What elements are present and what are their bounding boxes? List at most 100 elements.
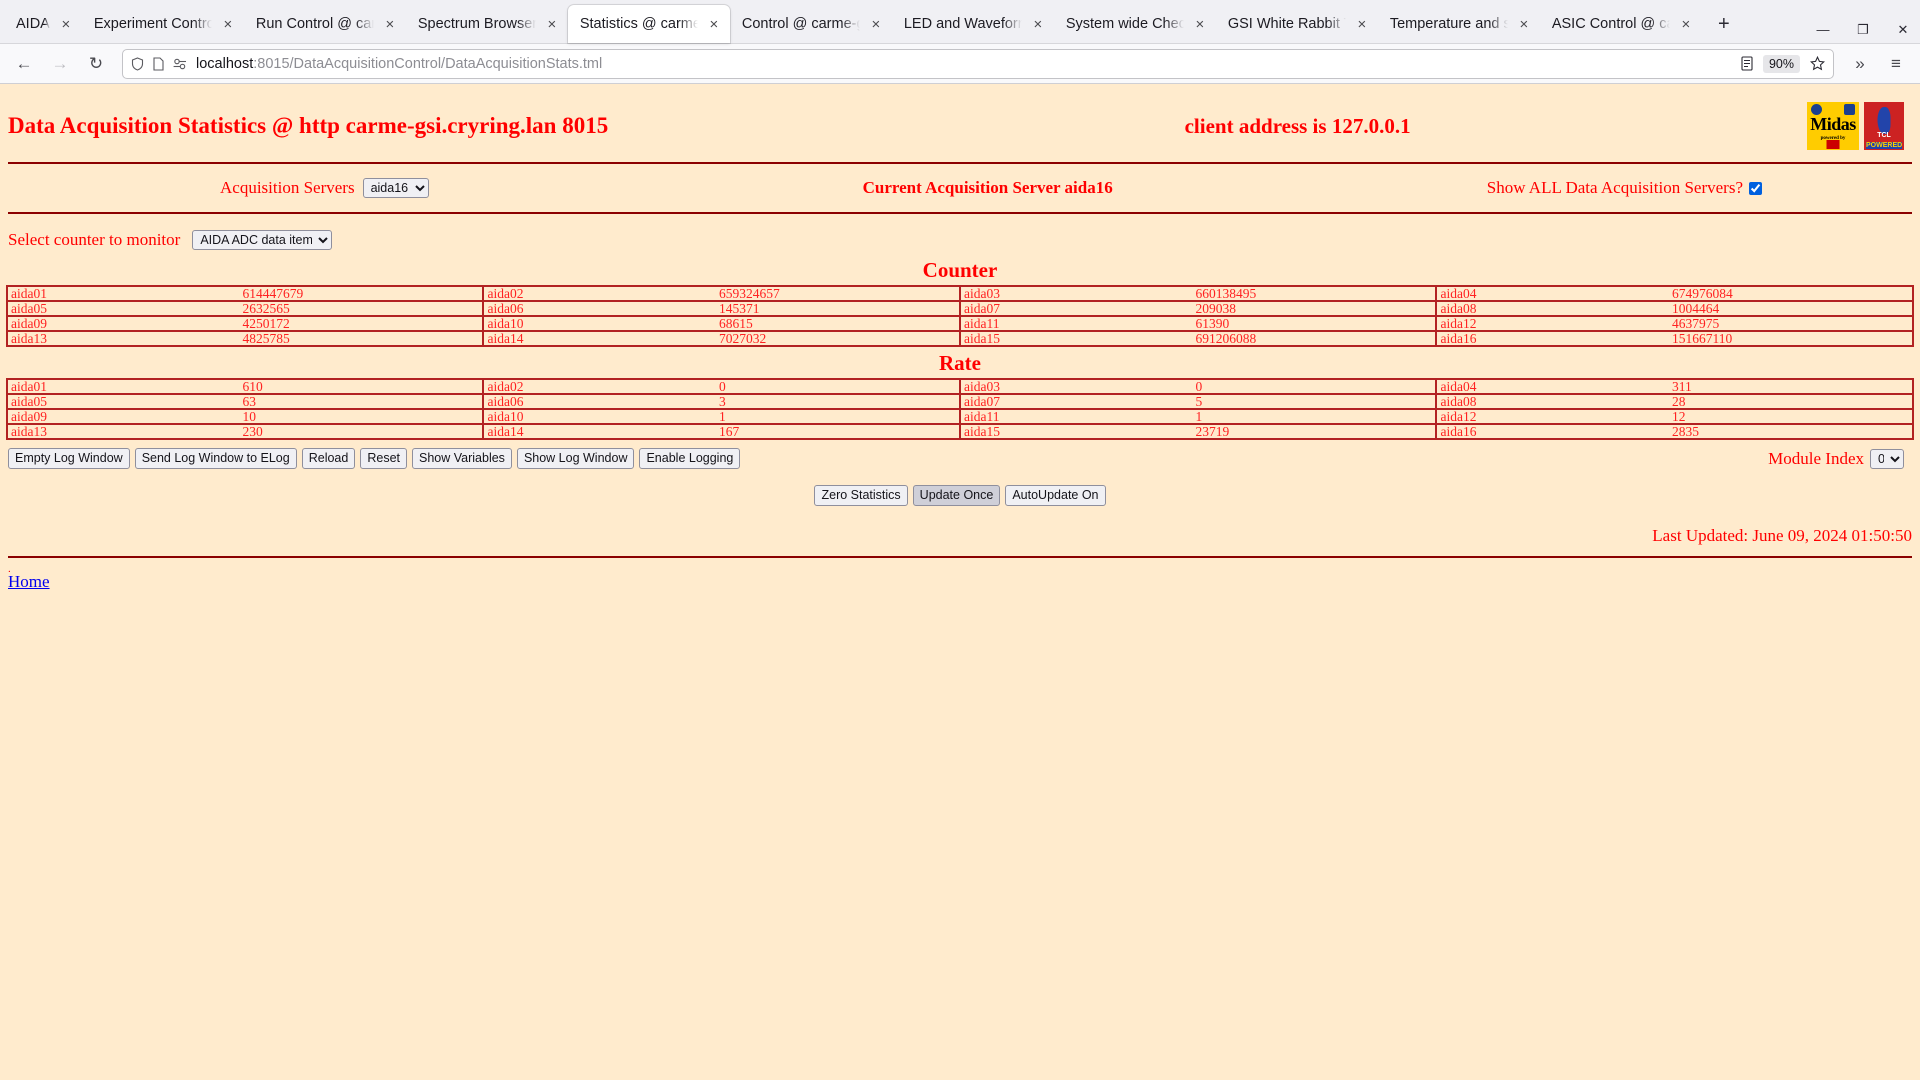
cell-name: aida01 <box>6 378 240 395</box>
close-icon[interactable]: × <box>542 14 562 34</box>
acquisition-server-select[interactable]: aida16 <box>362 178 429 198</box>
tcl-feather-icon <box>1877 107 1891 134</box>
cell-name: aida03 <box>958 285 1193 302</box>
cell-name: aida11 <box>958 408 1193 425</box>
close-icon[interactable]: × <box>1028 14 1048 34</box>
reload-icon[interactable]: ↻ <box>80 49 112 79</box>
page-title: Data Acquisition Statistics @ http carme… <box>8 113 609 138</box>
new-tab-button[interactable]: + <box>1708 8 1740 40</box>
tcl-logo-line1: TCL <box>1877 132 1891 139</box>
cell-value: 167 <box>716 423 960 440</box>
forward-icon[interactable]: → <box>44 49 76 79</box>
current-acquisition-server: Current Acquisition Server aida16 <box>862 178 1113 197</box>
close-icon[interactable]: × <box>704 14 724 34</box>
browser-tab-4[interactable]: Spectrum Browser × <box>406 5 568 43</box>
browser-tab-9[interactable]: GSI White Rabbit Ti × <box>1216 5 1378 43</box>
divider <box>8 556 1912 558</box>
close-icon[interactable]: × <box>56 14 76 34</box>
browser-tab-3[interactable]: Run Control @ carm × <box>244 5 406 43</box>
midas-logo-word: Midas <box>1810 114 1856 134</box>
cell-value: 660138495 <box>1192 285 1437 302</box>
browser-tab-7[interactable]: LED and Waveform × <box>892 5 1054 43</box>
cell-value: 614447679 <box>239 285 484 302</box>
cell-name: aida13 <box>6 423 240 440</box>
table-row: aida13 4825785 aida14 7027032 aida15 691… <box>6 330 1913 347</box>
browser-tab-11[interactable]: ASIC Control @ car × <box>1540 5 1702 43</box>
counter-table: aida01 614447679 aida02 659324657 aida03… <box>6 285 1914 347</box>
enable-logging-button[interactable]: Enable Logging <box>639 448 741 469</box>
url-text[interactable]: localhost:8015/DataAcquisitionControl/Da… <box>196 56 1732 72</box>
empty-log-window-button[interactable]: Empty Log Window <box>8 448 130 469</box>
browser-tab-2[interactable]: Experiment Control × <box>82 5 244 43</box>
permissions-icon[interactable] <box>173 58 187 70</box>
page-content: Data Acquisition Statistics @ http carme… <box>0 84 1920 1080</box>
back-icon[interactable]: ← <box>8 49 40 79</box>
send-log-window-to-elog-button[interactable]: Send Log Window to ELog <box>134 448 297 469</box>
table-row: aida09 4250172 aida10 68615 aida11 61390… <box>6 315 1913 332</box>
reset-button[interactable]: Reset <box>360 448 407 469</box>
table-row: aida01 610 aida02 0 aida03 0 aida04 311 <box>6 378 1913 395</box>
show-variables-button[interactable]: Show Variables <box>412 448 512 469</box>
tab-label: Temperature and st <box>1389 16 1508 32</box>
browser-tab-5-active[interactable]: Statistics @ carme × <box>567 5 730 43</box>
update-once-button[interactable]: Update Once <box>912 485 1001 506</box>
address-bar[interactable]: localhost:8015/DataAcquisitionControl/Da… <box>122 48 1834 79</box>
close-icon[interactable]: × <box>1352 14 1372 34</box>
servers-divider-wrap <box>0 212 1920 214</box>
close-icon[interactable]: × <box>866 14 886 34</box>
close-icon[interactable]: × <box>1676 14 1696 34</box>
bullet-marker: . <box>8 563 11 575</box>
reader-view-icon[interactable] <box>1741 56 1753 71</box>
browser-tab-6[interactable]: Control @ carme-g × <box>730 5 892 43</box>
tab-label: Run Control @ carm <box>255 16 374 32</box>
close-window-icon[interactable]: ✕ <box>1892 23 1914 36</box>
tcl-powered-logo: TCL POWERED <box>1864 102 1904 150</box>
cell-name: aida14 <box>482 423 717 440</box>
page-info-icon <box>153 56 164 71</box>
browser-tab-1[interactable]: AIDA × <box>4 5 82 43</box>
cell-name: aida13 <box>6 330 240 347</box>
maximize-icon[interactable]: ❐ <box>1852 23 1874 36</box>
reload-button[interactable]: Reload <box>301 448 356 469</box>
last-updated-text: Last Updated: June 09, 2024 01:50:50 <box>1652 526 1912 545</box>
close-icon[interactable]: × <box>380 14 400 34</box>
zero-statistics-button[interactable]: Zero Statistics <box>814 485 908 506</box>
cell-name: aida15 <box>958 330 1193 347</box>
autoupdate-on-button[interactable]: AutoUpdate On <box>1005 485 1106 506</box>
cell-value: 691206088 <box>1192 330 1437 347</box>
bookmark-star-icon[interactable] <box>1810 56 1825 71</box>
module-index-group: Module Index 0 <box>1768 448 1912 469</box>
browser-tab-10[interactable]: Temperature and st × <box>1378 5 1540 43</box>
browser-tab-8[interactable]: System wide Check × <box>1054 5 1216 43</box>
app-menu-icon[interactable]: ≡ <box>1880 49 1912 79</box>
counter-section-title: Counter <box>922 258 998 282</box>
show-all-servers-checkbox[interactable] <box>1749 181 1762 195</box>
cell-value: 1 <box>716 408 960 425</box>
close-icon[interactable]: × <box>1514 14 1534 34</box>
browser-window: AIDA × Experiment Control × Run Control … <box>0 0 1920 84</box>
midas-logo-chip <box>1826 140 1840 149</box>
cell-value: 1 <box>1192 408 1437 425</box>
tcl-logo-line2: POWERED <box>1866 142 1903 149</box>
show-log-window-button[interactable]: Show Log Window <box>516 448 635 469</box>
zoom-level-badge[interactable]: 90% <box>1762 54 1800 73</box>
counter-select[interactable]: AIDA ADC data items <box>192 230 333 250</box>
cell-name: aida16 <box>1435 330 1669 347</box>
close-icon[interactable]: × <box>218 14 238 34</box>
minimize-icon[interactable]: — <box>1812 23 1834 36</box>
cell-name: aida15 <box>958 423 1193 440</box>
table-row: aida05 63 aida06 3 aida07 5 aida08 28 <box>6 393 1913 410</box>
tab-label: GSI White Rabbit Ti <box>1227 16 1346 32</box>
cell-name: aida07 <box>958 393 1193 410</box>
table-row: aida05 2632565 aida06 145371 aida07 2090… <box>6 300 1913 317</box>
rate-table: aida01 610 aida02 0 aida03 0 aida04 311 … <box>6 378 1914 440</box>
tab-label: System wide Check <box>1065 16 1184 32</box>
module-index-select[interactable]: 0 <box>1870 448 1904 469</box>
close-icon[interactable]: × <box>1190 14 1210 34</box>
home-link[interactable]: Home <box>0 572 58 592</box>
overflow-menu-icon[interactable]: » <box>1844 49 1876 79</box>
cell-value: 674976084 <box>1668 285 1913 302</box>
cell-name: aida02 <box>482 285 717 302</box>
url-host: localhost <box>196 55 254 72</box>
log-button-row: Empty Log Window Send Log Window to ELog… <box>0 440 1920 471</box>
